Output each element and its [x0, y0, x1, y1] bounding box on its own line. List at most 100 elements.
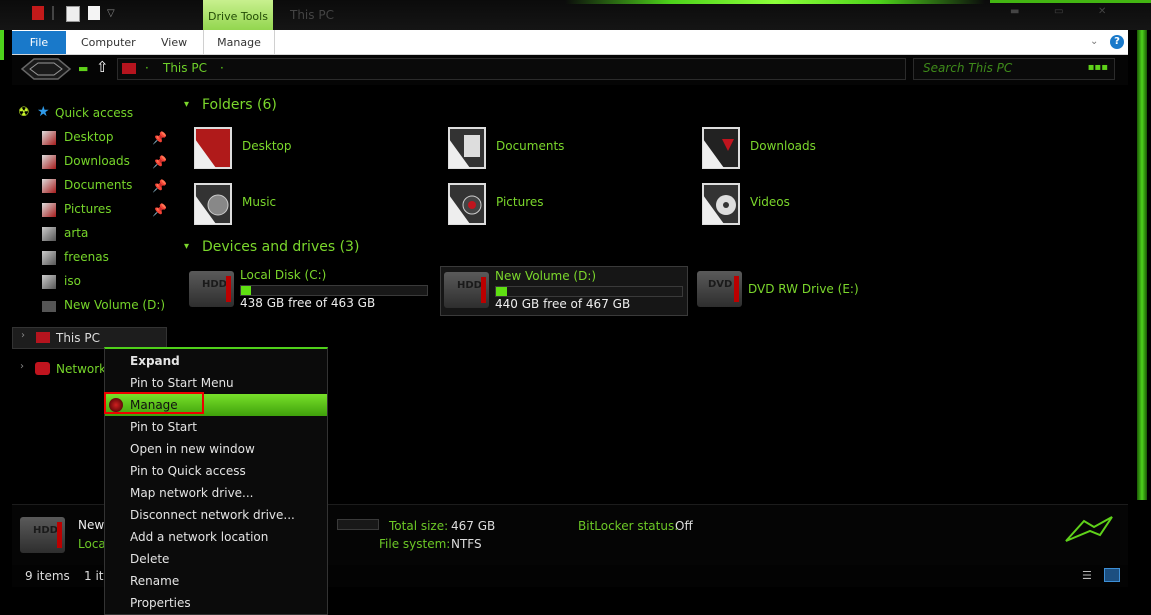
folder-music[interactable]: Music	[190, 181, 440, 231]
details-type: Loca	[78, 537, 106, 551]
menu-item-expand[interactable]: Expand	[105, 350, 327, 372]
nav-quick-access[interactable]: ☢ ★ Quick access	[0, 103, 170, 125]
expand-chevron-icon[interactable]: ›	[20, 361, 24, 372]
pictures-folder-icon	[42, 203, 56, 217]
folders-group-title[interactable]: Folders (6)	[202, 97, 277, 113]
file-system-value: NTFS	[451, 537, 482, 551]
documents-folder-icon	[42, 179, 56, 193]
nav-item-downloads[interactable]: Downloads 📌	[0, 151, 170, 173]
help-icon[interactable]: ?	[1110, 35, 1124, 49]
drive-dvd-rw-e[interactable]: DVD DVD RW Drive (E:)	[694, 266, 940, 314]
search-icon[interactable]: ▪▪▪	[1088, 62, 1108, 73]
menu-item-label: Map network drive...	[130, 486, 254, 500]
close-icon[interactable]: ✕	[1098, 6, 1106, 17]
tab-file[interactable]: File	[12, 31, 66, 54]
minimize-icon[interactable]: ▬	[1010, 6, 1019, 17]
devices-group-title[interactable]: Devices and drives (3)	[202, 239, 359, 255]
tab-view[interactable]: View	[161, 31, 187, 54]
folder-icon	[42, 275, 56, 289]
nav-item-label: New Volume (D:)	[64, 298, 166, 312]
tab-manage[interactable]: Manage	[203, 30, 275, 54]
menu-item-label: Properties	[130, 596, 191, 610]
menu-item-add-network-location[interactable]: Add a network location	[105, 526, 327, 548]
nav-item-desktop[interactable]: Desktop 📌	[0, 127, 170, 149]
back-forward-logo-icon[interactable]	[20, 57, 72, 81]
menu-item-rename[interactable]: Rename	[105, 570, 327, 592]
maximize-icon[interactable]: ▭	[1054, 6, 1063, 17]
pin-icon[interactable]: 📌	[152, 179, 167, 193]
nav-item-new-volume[interactable]: New Volume (D:)	[0, 295, 170, 317]
nav-item-freenas[interactable]: freenas	[0, 247, 170, 269]
drive-icon	[42, 301, 56, 312]
pin-icon[interactable]: 📌	[152, 131, 167, 145]
network-icon	[35, 362, 50, 375]
status-item-count: 9 items	[25, 569, 70, 583]
nav-network-label: Network	[56, 362, 104, 376]
folder-label: Videos	[750, 195, 790, 209]
nav-network[interactable]: › Network	[12, 359, 104, 379]
large-icons-view-icon[interactable]	[1104, 568, 1120, 582]
nav-this-pc[interactable]: › This PC	[12, 327, 167, 349]
app-icon[interactable]	[32, 6, 44, 20]
folder-label: Downloads	[750, 139, 816, 153]
nav-item-label: Desktop	[64, 130, 114, 144]
collapse-folders-icon[interactable]: ▾	[184, 99, 189, 110]
search-box[interactable]: Search This PC ▪▪▪	[913, 58, 1115, 80]
hdd-icon: HDD	[444, 272, 489, 308]
breadcrumb-this-pc[interactable]: This PC	[163, 61, 207, 75]
nav-item-label: arta	[64, 226, 89, 240]
details-view-icon[interactable]: ☰	[1082, 569, 1092, 582]
ribbon-expand-icon[interactable]: ⌄	[1090, 36, 1098, 47]
menu-item-label: Disconnect network drive...	[130, 508, 295, 522]
context-tab-drive-tools: Drive Tools	[203, 0, 273, 32]
folder-icon	[42, 251, 56, 265]
folder-desktop[interactable]: Desktop	[190, 125, 440, 175]
drive-usage-bar	[495, 286, 683, 297]
properties-icon[interactable]	[66, 6, 80, 22]
menu-item-pin-to-start[interactable]: Pin to Start	[105, 416, 327, 438]
drive-new-volume-d[interactable]: HDD New Volume (D:) 440 GB free of 467 G…	[440, 266, 688, 316]
pin-icon[interactable]: 📌	[152, 203, 167, 217]
desktop-folder-icon	[42, 131, 56, 145]
new-folder-icon[interactable]	[88, 6, 100, 20]
folder-documents[interactable]: Documents	[444, 125, 694, 175]
total-size-label: Total size:	[389, 519, 449, 533]
menu-item-delete[interactable]: Delete	[105, 548, 327, 570]
drive-local-disk-c[interactable]: HDD Local Disk (C:) 438 GB free of 463 G…	[186, 266, 432, 314]
menu-item-properties[interactable]: Properties	[105, 592, 327, 614]
nav-item-iso[interactable]: iso	[0, 271, 170, 293]
pin-icon[interactable]: 📌	[152, 155, 167, 169]
downloads-folder-icon	[42, 155, 56, 169]
breadcrumb-separator-icon: ·	[145, 61, 149, 75]
breadcrumb-chevron-icon[interactable]: ·	[220, 61, 224, 75]
collapse-devices-icon[interactable]: ▾	[184, 241, 189, 252]
pictures-icon	[448, 183, 486, 225]
drive-usage-bar	[240, 285, 428, 296]
frame-left-edge	[0, 30, 4, 60]
details-usage-bar	[337, 519, 379, 530]
folder-downloads[interactable]: Downloads	[698, 125, 948, 175]
menu-item-open-in-new-window[interactable]: Open in new window	[105, 438, 327, 460]
downloads-icon	[702, 127, 740, 169]
folder-label: Music	[242, 195, 277, 209]
folder-pictures[interactable]: Pictures	[444, 181, 694, 231]
up-arrow-icon[interactable]: ⇧	[96, 58, 109, 76]
menu-item-label: Add a network location	[130, 530, 269, 544]
nav-item-pictures[interactable]: Pictures 📌	[0, 199, 170, 221]
menu-item-disconnect-network-drive[interactable]: Disconnect network drive...	[105, 504, 327, 526]
address-bar[interactable]: · This PC ·	[117, 58, 906, 80]
nav-item-arta[interactable]: arta	[0, 223, 170, 245]
folder-videos[interactable]: Videos	[698, 181, 948, 231]
details-name: New	[78, 518, 105, 532]
menu-item-pin-to-start-menu[interactable]: Pin to Start Menu	[105, 372, 327, 394]
search-input[interactable]: Search This PC	[923, 61, 1012, 75]
qat-dropdown-icon[interactable]: ▽	[107, 8, 115, 19]
nav-item-documents[interactable]: Documents 📌	[0, 175, 170, 197]
menu-item-pin-to-quick-access[interactable]: Pin to Quick access	[105, 460, 327, 482]
menu-item-map-network-drive[interactable]: Map network drive...	[105, 482, 327, 504]
tab-computer[interactable]: Computer	[81, 31, 136, 54]
nav-item-label: Pictures	[64, 202, 112, 216]
menu-item-label: Rename	[130, 574, 180, 588]
expand-chevron-icon[interactable]: ›	[21, 330, 25, 341]
recent-locations-icon[interactable]: ▬	[78, 62, 88, 75]
